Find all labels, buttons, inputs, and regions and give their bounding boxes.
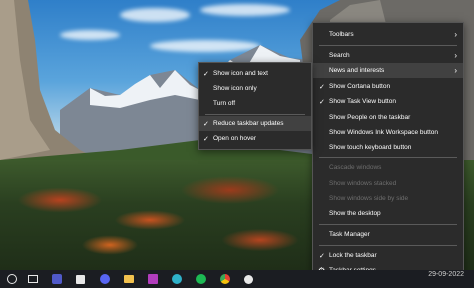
menu-item-label: Show Task View button — [329, 98, 396, 105]
checkmark-icon: ✓ — [319, 83, 325, 91]
menu-item-label: Lock the taskbar — [329, 252, 377, 259]
menu-item-label: News and interests — [329, 67, 385, 74]
menu-item-show-touch-keyboard[interactable]: Show touch keyboard button — [313, 140, 463, 155]
checkmark-icon: ✓ — [319, 252, 325, 260]
submenu-item-show-icon-only[interactable]: Show icon only — [199, 81, 311, 96]
menu-item-show-windows-stacked: Show windows stacked — [313, 176, 463, 191]
menu-item-search[interactable]: Search › — [313, 48, 463, 63]
menu-separator — [319, 157, 457, 158]
submenu-item-label: Turn off — [213, 100, 236, 107]
photos-icon[interactable] — [240, 272, 257, 286]
submenu-item-reduce-taskbar-updates[interactable]: ✓ Reduce taskbar updates — [199, 116, 311, 131]
checkmark-icon: ✓ — [319, 98, 325, 106]
chrome-icon[interactable] — [216, 272, 233, 286]
taskbar-context-menu: Toolbars › Search › News and interests ›… — [312, 22, 464, 280]
cortana-icon[interactable] — [7, 274, 17, 284]
menu-separator — [205, 114, 305, 115]
chevron-right-icon: › — [454, 66, 457, 75]
calendar-icon[interactable] — [72, 272, 89, 286]
menu-item-label: Show Cortana button — [329, 83, 391, 90]
submenu-item-label: Reduce taskbar updates — [213, 120, 284, 127]
menu-item-show-people[interactable]: Show People on the taskbar — [313, 110, 463, 125]
submenu-item-open-on-hover[interactable]: ✓ Open on hover — [199, 131, 311, 146]
menu-item-label: Show People on the taskbar — [329, 114, 411, 121]
checkmark-icon: ✓ — [203, 120, 209, 128]
checkmark-icon: ✓ — [203, 135, 209, 143]
menu-item-cascade-windows: Cascade windows — [313, 160, 463, 175]
clock-date[interactable]: 29-09-2022 — [428, 271, 464, 278]
menu-item-show-task-view-button[interactable]: ✓ Show Task View button — [313, 94, 463, 109]
spotify-icon[interactable] — [192, 272, 209, 286]
chevron-right-icon: › — [454, 51, 457, 60]
submenu-item-turn-off[interactable]: Turn off — [199, 96, 311, 111]
menu-separator — [319, 224, 457, 225]
menu-item-show-cortana-button[interactable]: ✓ Show Cortana button — [313, 79, 463, 94]
menu-item-label: Show windows side by side — [329, 195, 409, 202]
menu-item-task-manager[interactable]: Task Manager — [313, 227, 463, 242]
menu-item-show-the-desktop[interactable]: Show the desktop — [313, 206, 463, 221]
taskbar: 29-09-2022 — [0, 270, 474, 288]
file-explorer-icon[interactable] — [120, 272, 137, 286]
menu-item-news-and-interests[interactable]: News and interests › — [313, 63, 463, 78]
menu-item-label: Cascade windows — [329, 164, 382, 171]
news-and-interests-submenu: ✓ Show icon and text Show icon only Turn… — [198, 62, 312, 150]
checkmark-icon: ✓ — [203, 70, 209, 78]
menu-separator — [319, 45, 457, 46]
edge-icon[interactable] — [168, 272, 185, 286]
menu-item-label: Show touch keyboard button — [329, 144, 412, 151]
submenu-item-label: Show icon and text — [213, 70, 268, 77]
menu-item-label: Search — [329, 52, 350, 59]
menu-item-label: Show windows stacked — [329, 180, 397, 187]
submenu-item-label: Open on hover — [213, 135, 257, 142]
menu-item-label: Show Windows Ink Workspace button — [329, 129, 438, 136]
discord-icon[interactable] — [96, 272, 113, 286]
menu-item-toolbars[interactable]: Toolbars › — [313, 27, 463, 42]
onenote-icon[interactable] — [144, 272, 161, 286]
menu-item-show-windows-ink[interactable]: Show Windows Ink Workspace button — [313, 125, 463, 140]
chevron-right-icon: › — [454, 30, 457, 39]
submenu-item-show-icon-and-text[interactable]: ✓ Show icon and text — [199, 66, 311, 81]
submenu-item-label: Show icon only — [213, 85, 257, 92]
menu-item-label: Task Manager — [329, 231, 370, 238]
teams-icon[interactable] — [48, 272, 65, 286]
menu-item-label: Show the desktop — [329, 210, 381, 217]
menu-item-lock-the-taskbar[interactable]: ✓ Lock the taskbar — [313, 248, 463, 263]
menu-item-show-windows-side-by-side: Show windows side by side — [313, 191, 463, 206]
task-view-icon[interactable] — [24, 272, 41, 286]
menu-separator — [319, 245, 457, 246]
menu-item-label: Toolbars — [329, 31, 354, 38]
